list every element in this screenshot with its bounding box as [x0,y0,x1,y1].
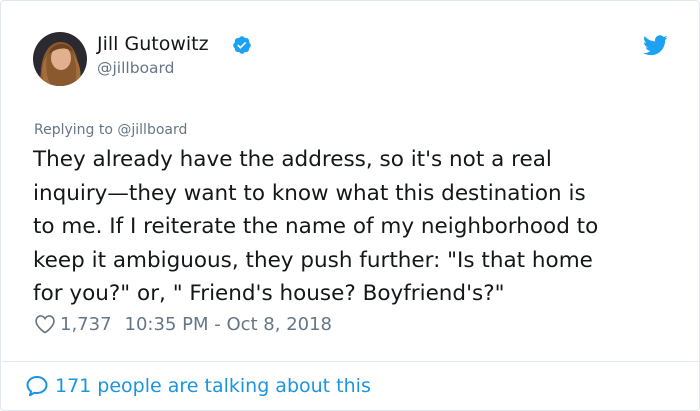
tweet-card: Jill Gutowitz @jillboard Replying to @ji… [0,0,700,411]
tweet-meta: 1,737 10:35 PM - Oct 8, 2018 [34,311,332,337]
tweet-text-line: inquiry—they want to know what this dest… [33,180,586,206]
timestamp[interactable]: 10:35 PM - Oct 8, 2018 [125,314,332,335]
avatar[interactable] [33,32,87,86]
divider [2,361,700,362]
verified-badge-icon [233,36,251,54]
author-handle[interactable]: @jillboard [97,59,175,77]
tweet-text-line: They already have the address, so it's n… [33,147,552,172]
conversation-link[interactable]: 171 people are talking about this [25,372,371,400]
heart-icon[interactable] [34,313,56,335]
replying-mention-link[interactable]: @jillboard [117,122,187,138]
conversation-count-text: 171 people are talking about this [55,375,371,397]
like-count[interactable]: 1,737 [60,314,112,335]
replying-to: Replying to @jillboard [34,122,187,138]
replying-prefix: Replying to [34,122,118,138]
tweet-text-line: keep it ambiguous, they push further: "I… [33,247,593,273]
tweet-text: They already have the address, so it's n… [33,143,673,311]
tweet-text-line: for you?" or, " Friend's house? Boyfrien… [33,281,505,306]
author-name[interactable]: Jill Gutowitz [97,33,209,55]
twitter-bird-icon[interactable] [643,35,668,56]
tweet-text-line: to me. If I reiterate the name of my nei… [33,214,599,239]
speech-bubble-icon [26,376,48,397]
avatar-image [33,32,87,86]
